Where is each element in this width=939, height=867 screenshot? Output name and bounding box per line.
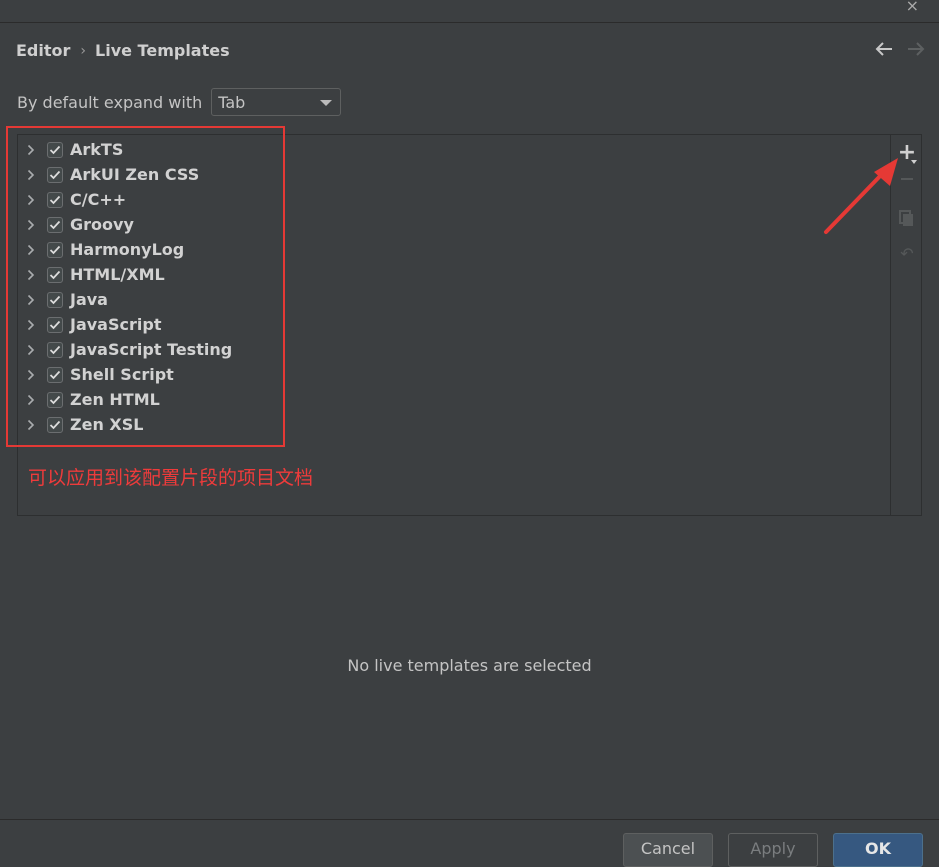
chevron-down-icon: [320, 100, 333, 106]
footer-divider: [0, 819, 939, 820]
dropdown-caret-icon: [911, 160, 917, 164]
annotation-text: 可以应用到该配置片段的项目文档: [28, 467, 314, 489]
highlight-rectangle: [6, 126, 285, 447]
restore-defaults-button[interactable]: ↶: [893, 244, 921, 263]
close-button[interactable]: ×: [906, 0, 919, 15]
expand-with-row: By default expand with Tab: [17, 88, 342, 116]
expand-with-label: By default expand with: [17, 92, 203, 112]
arrow-right-icon[interactable]: [907, 38, 925, 62]
copy-icon: [899, 210, 913, 226]
title-bar: ×: [0, 0, 939, 23]
expand-with-select[interactable]: Tab: [211, 88, 342, 116]
cancel-button[interactable]: Cancel: [623, 833, 713, 867]
undo-icon: ↶: [900, 244, 914, 263]
minus-icon: [901, 178, 913, 180]
breadcrumb: Editor › Live Templates: [16, 41, 230, 60]
ok-button[interactable]: OK: [833, 833, 923, 867]
apply-button[interactable]: Apply: [728, 833, 818, 867]
history-nav: [875, 38, 925, 62]
expand-with-value: Tab: [218, 92, 246, 112]
empty-selection-message: No live templates are selected: [347, 656, 592, 675]
annotation-arrow: [824, 158, 898, 234]
breadcrumb-live-templates: Live Templates: [95, 41, 230, 60]
breadcrumb-separator-icon: ›: [80, 42, 87, 59]
breadcrumb-editor[interactable]: Editor: [16, 41, 70, 60]
arrow-left-icon[interactable]: [875, 38, 893, 62]
